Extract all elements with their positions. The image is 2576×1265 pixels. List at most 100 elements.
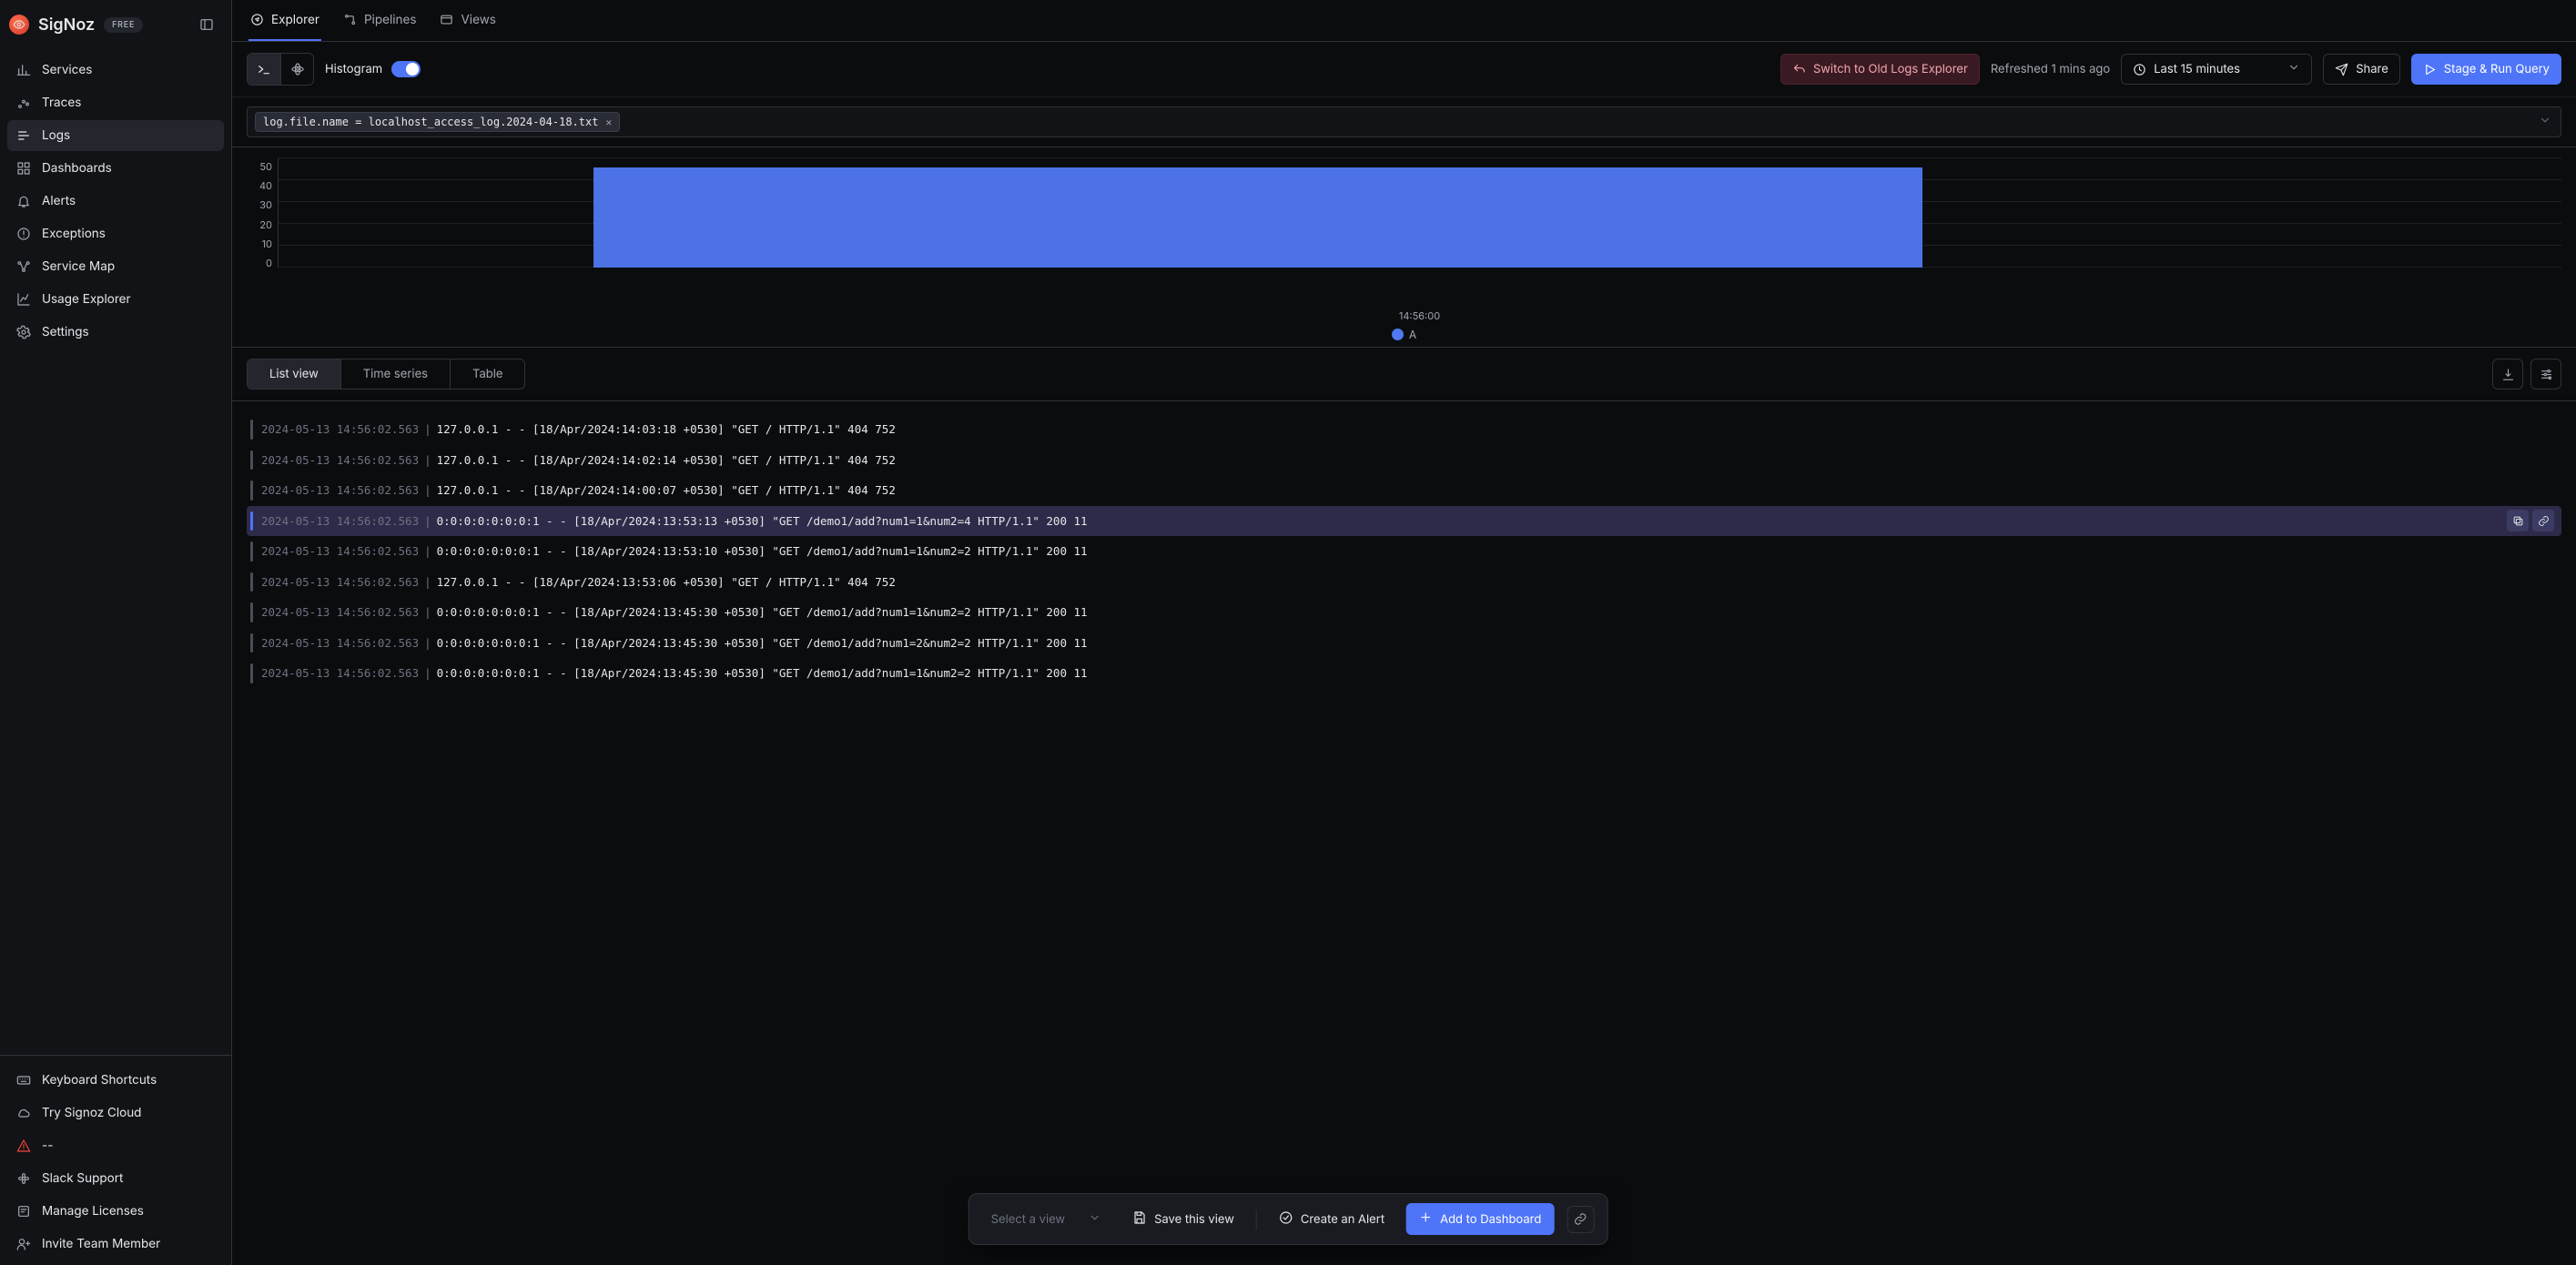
sidebar-item-try-cloud[interactable]: Try Signoz Cloud: [7, 1098, 224, 1128]
filter-chip[interactable]: log.file.name = localhost_access_log.202…: [255, 112, 620, 132]
copy-link-button[interactable]: [1567, 1206, 1594, 1233]
sidebar-item-usage-explorer[interactable]: Usage Explorer: [7, 284, 224, 315]
histogram-chart: 50403020100 14:56:00 A: [232, 147, 2576, 348]
floating-action-bar: Select a view Save this view Create an A…: [969, 1193, 1608, 1245]
save-view-button[interactable]: Save this view: [1123, 1205, 1243, 1234]
log-row[interactable]: 2024-05-13 14:56:02.563|0:0:0:0:0:0:0:1 …: [247, 658, 2561, 689]
usage-icon: [16, 292, 31, 307]
button-label: Create an Alert: [1301, 1212, 1384, 1227]
columns-settings-button[interactable]: [2530, 359, 2561, 390]
switch-old-explorer-button[interactable]: Switch to Old Logs Explorer: [1780, 54, 1980, 85]
add-to-dashboard-button[interactable]: Add to Dashboard: [1406, 1203, 1554, 1235]
sidebar-item-service-map[interactable]: Service Map: [7, 251, 224, 282]
collapse-sidebar-button[interactable]: [195, 13, 218, 36]
keyboard-icon: [16, 1073, 31, 1088]
sidebar-item-traces[interactable]: Traces: [7, 87, 224, 118]
sidebar-item-keyboard-shortcuts[interactable]: Keyboard Shortcuts: [7, 1065, 224, 1096]
chevron-down-icon: [1089, 1211, 1101, 1228]
log-body: 127.0.0.1 - - [18/Apr/2024:14:02:14 +053…: [437, 453, 896, 467]
pipeline-icon: [343, 13, 357, 26]
sidebar-item-label: Keyboard Shortcuts: [42, 1073, 157, 1088]
sidebar-item-invite-member[interactable]: Invite Team Member: [7, 1229, 224, 1260]
sidebar-item-alerts[interactable]: Alerts: [7, 186, 224, 217]
chevron-down-icon[interactable]: [2539, 114, 2551, 130]
builder-mode-button[interactable]: [280, 54, 313, 85]
y-tick: 40: [247, 179, 272, 192]
exception-icon: [16, 227, 31, 241]
log-row[interactable]: 2024-05-13 14:56:02.563|127.0.0.1 - - [1…: [247, 414, 2561, 445]
chart-plot-area[interactable]: [278, 158, 2561, 268]
compass-icon: [250, 13, 264, 26]
sidebar-item-slack-support[interactable]: Slack Support: [7, 1163, 224, 1194]
sidebar: SigNoz FREE Services Traces Logs Das: [0, 0, 232, 1265]
select-view-dropdown[interactable]: Select a view: [982, 1206, 1111, 1233]
sidebar-item-label: Usage Explorer: [42, 292, 131, 307]
y-tick: 50: [247, 160, 272, 173]
log-timestamp: 2024-05-13 14:56:02.563: [261, 422, 419, 436]
log-row[interactable]: 2024-05-13 14:56:02.563|127.0.0.1 - - [1…: [247, 567, 2561, 598]
log-timestamp: 2024-05-13 14:56:02.563: [261, 453, 419, 467]
time-range-select[interactable]: Last 15 minutes: [2121, 54, 2312, 85]
time-range-label: Last 15 minutes: [2154, 62, 2240, 76]
sidebar-item-settings[interactable]: Settings: [7, 317, 224, 348]
chart-bar[interactable]: [593, 167, 1922, 268]
log-separator: |: [419, 605, 437, 619]
tab-pipelines[interactable]: Pipelines: [341, 0, 419, 41]
sidebar-item-logs[interactable]: Logs: [7, 120, 224, 151]
copy-icon: [2512, 515, 2524, 527]
log-row[interactable]: 2024-05-13 14:56:02.563|127.0.0.1 - - [1…: [247, 445, 2561, 476]
button-label: Switch to Old Logs Explorer: [1813, 62, 1968, 76]
scatter-icon: [16, 96, 31, 110]
log-row[interactable]: 2024-05-13 14:56:02.563|0:0:0:0:0:0:0:1 …: [247, 536, 2561, 567]
brand-logo: [9, 15, 29, 35]
tab-explorer[interactable]: Explorer: [248, 0, 321, 41]
sidebar-item-services[interactable]: Services: [7, 55, 224, 86]
stage-run-button[interactable]: Stage & Run Query: [2411, 54, 2561, 85]
log-separator: |: [419, 422, 437, 436]
seg-list-view[interactable]: List view: [248, 359, 340, 389]
share-button[interactable]: Share: [2323, 54, 2400, 85]
log-separator: |: [419, 666, 437, 680]
sidebar-item-manage-licenses[interactable]: Manage Licenses: [7, 1196, 224, 1227]
sliders-icon: [2540, 368, 2553, 381]
log-timestamp: 2024-05-13 14:56:02.563: [261, 666, 419, 680]
histogram-mode: Histogram: [325, 61, 421, 77]
log-link-button[interactable]: [2532, 510, 2554, 531]
log-row[interactable]: 2024-05-13 14:56:02.563|0:0:0:0:0:0:0:1 …: [247, 506, 2561, 537]
seg-time-series[interactable]: Time series: [340, 359, 450, 389]
log-timestamp: 2024-05-13 14:56:02.563: [261, 514, 419, 528]
tab-views[interactable]: Views: [438, 0, 497, 41]
chart-legend: A: [247, 328, 2561, 341]
undo-icon: [1792, 63, 1806, 76]
sidebar-item-exceptions[interactable]: Exceptions: [7, 218, 224, 249]
user-plus-icon: [16, 1237, 31, 1251]
chip-remove-icon[interactable]: ✕: [605, 116, 612, 128]
seg-table[interactable]: Table: [450, 359, 524, 389]
slack-icon: [16, 1171, 31, 1186]
copy-log-button[interactable]: [2507, 510, 2529, 531]
primary-nav: Services Traces Logs Dashboards Alerts E…: [0, 49, 231, 353]
histogram-toggle[interactable]: [391, 61, 421, 77]
log-row[interactable]: 2024-05-13 14:56:02.563|0:0:0:0:0:0:0:1 …: [247, 597, 2561, 628]
log-row[interactable]: 2024-05-13 14:56:02.563|127.0.0.1 - - [1…: [247, 475, 2561, 506]
create-alert-button[interactable]: Create an Alert: [1270, 1205, 1394, 1234]
tab-label: Explorer: [271, 13, 319, 27]
link-icon: [2538, 515, 2550, 527]
download-button[interactable]: [2492, 359, 2523, 390]
log-list[interactable]: 2024-05-13 14:56:02.563|127.0.0.1 - - [1…: [232, 401, 2576, 1265]
search-mode-button[interactable]: [248, 54, 280, 85]
license-icon: [16, 1204, 31, 1219]
log-separator: |: [419, 483, 437, 497]
log-separator: |: [419, 453, 437, 467]
log-row[interactable]: 2024-05-13 14:56:02.563|0:0:0:0:0:0:0:1 …: [247, 628, 2561, 659]
play-icon: [2423, 63, 2437, 76]
dashboard-icon: [16, 161, 31, 176]
filter-bar: log.file.name = localhost_access_log.202…: [232, 97, 2576, 147]
view-switcher-row: List view Time series Table: [232, 348, 2576, 401]
sidebar-item-version-warning[interactable]: --: [7, 1130, 224, 1161]
brand-name: SigNoz: [38, 15, 95, 35]
filter-input[interactable]: log.file.name = localhost_access_log.202…: [247, 106, 2561, 137]
mode-label: Histogram: [325, 62, 382, 76]
sidebar-item-dashboards[interactable]: Dashboards: [7, 153, 224, 184]
tab-label: Pipelines: [364, 13, 417, 27]
